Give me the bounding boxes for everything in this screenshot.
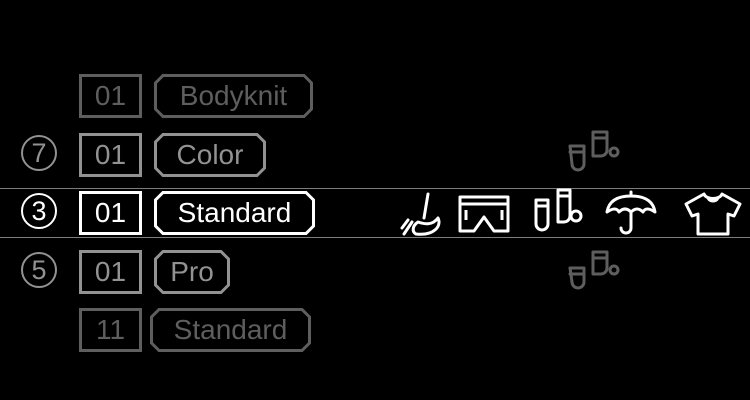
row-index-box: 11: [79, 308, 142, 352]
broom-icon[interactable]: [398, 192, 444, 238]
socks-icon[interactable]: [566, 128, 620, 176]
row-label-tag: Color: [154, 133, 266, 177]
row-label-tag: Bodyknit: [154, 74, 313, 118]
row-number-circle: 5: [21, 252, 57, 288]
row-index-box: 01: [79, 191, 142, 235]
tshirt-icon[interactable]: [682, 192, 744, 236]
socks-icon[interactable]: [532, 186, 584, 238]
row-number-circle: 7: [21, 135, 57, 171]
row-index-box: 01: [79, 74, 142, 118]
row-index-box: 01: [79, 133, 142, 177]
list-row-standard-11[interactable]: 11 Standard: [0, 308, 750, 352]
row-label-tag: Standard: [154, 191, 315, 235]
row-label: Color: [176, 139, 244, 170]
row-label: Standard: [173, 314, 288, 345]
shorts-icon[interactable]: [458, 194, 510, 234]
umbrella-icon[interactable]: [604, 190, 658, 238]
list-row-color[interactable]: 7 01 Color: [0, 133, 750, 177]
list-row-bodyknit[interactable]: 01 Bodyknit: [0, 74, 750, 118]
selection-line-top: [0, 188, 750, 189]
row-label: Bodyknit: [179, 80, 288, 111]
row-number-circle: 3: [21, 193, 57, 229]
socks-icon[interactable]: [566, 246, 620, 294]
row-label-tag: Pro: [154, 250, 230, 294]
row-label: Standard: [177, 197, 292, 228]
row-label: Pro: [170, 256, 214, 287]
row-index-box: 01: [79, 250, 142, 294]
row-label-tag: Standard: [150, 308, 311, 352]
list-row-pro[interactable]: 5 01 Pro: [0, 250, 750, 294]
